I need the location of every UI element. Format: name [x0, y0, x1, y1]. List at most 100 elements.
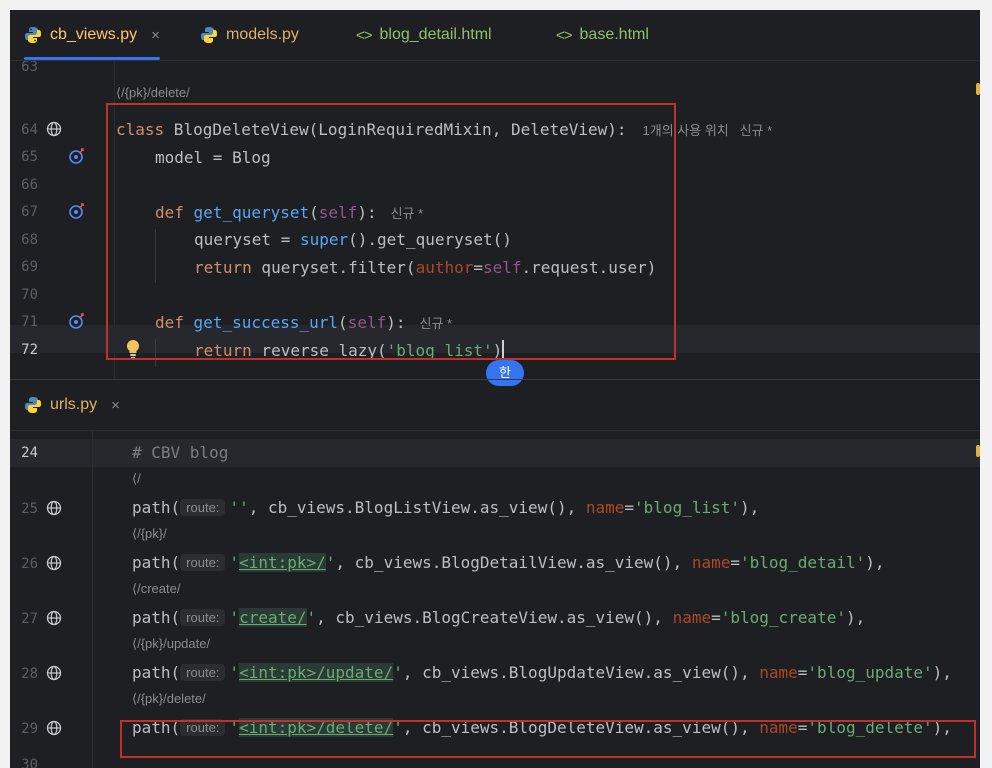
globe-icon[interactable] — [46, 720, 62, 736]
usage-hint: ⟨/{pk}/delete/ — [116, 85, 190, 101]
line-number: 72 — [21, 342, 38, 358]
editor-tab-bar: cb_views.py × models.py <> blog_detail.h… — [10, 10, 980, 60]
tab-label: cb_views.py — [50, 26, 138, 43]
globe-icon[interactable] — [46, 121, 62, 137]
line-number: 68 — [21, 232, 38, 248]
tab-base-html[interactable]: <> base.html — [556, 10, 649, 60]
code-text: ), — [865, 553, 885, 572]
string-literal: ' — [229, 663, 240, 682]
route-pattern[interactable]: create/ — [239, 608, 307, 627]
close-icon[interactable]: × — [111, 397, 120, 414]
code-text: = — [730, 553, 740, 572]
route-pattern[interactable]: <int:pk>/ — [239, 553, 326, 572]
highlight-box-class — [106, 103, 676, 360]
code-text: , cb_views.BlogUpdateView.as_view(), — [402, 663, 760, 682]
code-line-path[interactable]: path(route: '<int:pk>/update/', cb_views.… — [132, 663, 952, 682]
tab-blog-detail-html[interactable]: <> blog_detail.html — [356, 10, 492, 60]
code-text: path( — [132, 608, 181, 627]
globe-icon[interactable] — [46, 665, 62, 681]
tab-urls[interactable]: urls.py × — [24, 381, 120, 429]
python-file-icon — [25, 397, 41, 413]
line-number: 30 — [21, 757, 38, 768]
warning-marker[interactable] — [976, 445, 980, 457]
line-number: 26 — [21, 556, 38, 572]
line-number: 25 — [21, 501, 38, 517]
python-file-icon — [201, 27, 217, 43]
globe-icon[interactable] — [46, 500, 62, 516]
string-literal: 'blog_create' — [720, 608, 846, 627]
usage-hint: ⟨/{pk}/update/ — [132, 636, 210, 652]
ime-indicator: 한 — [486, 360, 524, 386]
code-line-path[interactable]: path(route: '<int:pk>/', cb_views.BlogDet… — [132, 553, 885, 572]
gutter-separator — [92, 431, 93, 768]
warning-marker[interactable] — [976, 83, 980, 95]
parameter-hint: route: — [180, 554, 226, 571]
tab-label: base.html — [579, 26, 649, 43]
parameter-hint: route: — [180, 499, 226, 516]
tab-models[interactable]: models.py — [200, 10, 299, 60]
code-text: path( — [132, 553, 181, 572]
parameter-hint: route: — [180, 609, 226, 626]
line-number: 28 — [21, 666, 38, 682]
string-literal: ' — [393, 663, 403, 682]
usage-hint: ⟨/ — [132, 471, 141, 487]
line-number: 63 — [21, 61, 38, 75]
string-literal: ' — [229, 553, 240, 572]
line-number: 66 — [21, 177, 38, 193]
code-text: path( — [132, 498, 181, 517]
route-pattern[interactable]: <int:pk>/update/ — [239, 663, 394, 682]
globe-icon[interactable] — [46, 610, 62, 626]
code-line-path[interactable]: path(route: '', cb_views.BlogListView.as_… — [132, 498, 759, 517]
code-text: path( — [132, 663, 181, 682]
code-text: , cb_views.BlogDetailView.as_view(), — [335, 553, 692, 572]
string-literal: ' — [325, 553, 336, 572]
split-divider[interactable] — [10, 379, 980, 380]
globe-icon[interactable] — [46, 555, 62, 571]
override-icon[interactable] — [68, 202, 86, 220]
code-text: = — [797, 663, 808, 682]
html-file-icon: <> — [356, 26, 373, 44]
usage-hint-text: / — [137, 471, 141, 486]
tab-label: urls.py — [50, 396, 98, 413]
code-text: , cb_views.BlogListView.as_view(), — [248, 498, 586, 517]
code-text: = — [624, 498, 635, 517]
tab-label: models.py — [226, 26, 299, 43]
usage-hint-text: /create/ — [137, 581, 181, 596]
code-text: ), — [845, 608, 866, 627]
string-literal: ' — [229, 608, 240, 627]
string-literal: 'blog_update' — [807, 663, 933, 682]
line-number: 29 — [21, 721, 38, 737]
string-literal: 'blog_list' — [634, 498, 740, 517]
line-number: 65 — [21, 149, 38, 165]
code-text: ), — [932, 663, 952, 682]
code-text: = — [711, 608, 721, 627]
line-number: 70 — [21, 287, 38, 303]
override-icon[interactable] — [68, 147, 86, 165]
override-icon[interactable] — [68, 312, 86, 330]
usage-hint-text: /{pk}/delete/ — [121, 85, 190, 100]
html-file-icon: <> — [556, 26, 573, 44]
usage-hint: ⟨/create/ — [132, 581, 180, 597]
usage-hint-text: /{pk}/ — [137, 526, 167, 541]
line-number: 24 — [21, 445, 38, 461]
string-literal: 'blog_detail' — [740, 553, 866, 572]
editor-pane-urls[interactable]: 24 # CBV blog ⟨/25 path(route: '', cb_view… — [10, 431, 980, 768]
usage-hint: ⟨/{pk}/delete/ — [132, 691, 206, 707]
code-comment[interactable]: # CBV blog — [132, 443, 228, 462]
code-line-path[interactable]: path(route:'create/', cb_views.BlogCreat… — [132, 608, 865, 627]
code-text: , cb_views.BlogCreateView.as_view(), — [316, 608, 673, 627]
code-text: ), — [740, 498, 760, 517]
tab-cb-views[interactable]: cb_views.py × — [24, 10, 160, 60]
keyword-argument: name — [585, 498, 625, 517]
keyword-argument: name — [691, 553, 731, 572]
keyword-argument: name — [759, 663, 798, 682]
tab-label: blog_detail.html — [379, 26, 492, 43]
usage-hint-text: /{pk}/update/ — [137, 636, 211, 651]
highlight-box-delete-route — [120, 720, 976, 758]
usage-hint: ⟨/{pk}/ — [132, 526, 167, 542]
close-icon[interactable]: × — [151, 27, 160, 44]
keyword-argument: name — [672, 608, 712, 627]
string-literal: ' — [306, 608, 317, 627]
usage-hint-text: /{pk}/delete/ — [137, 691, 206, 706]
editor-pane-cb-views[interactable]: 63 ⟨/{pk}/delete/ 64 class BlogDeleteVie… — [10, 61, 980, 379]
